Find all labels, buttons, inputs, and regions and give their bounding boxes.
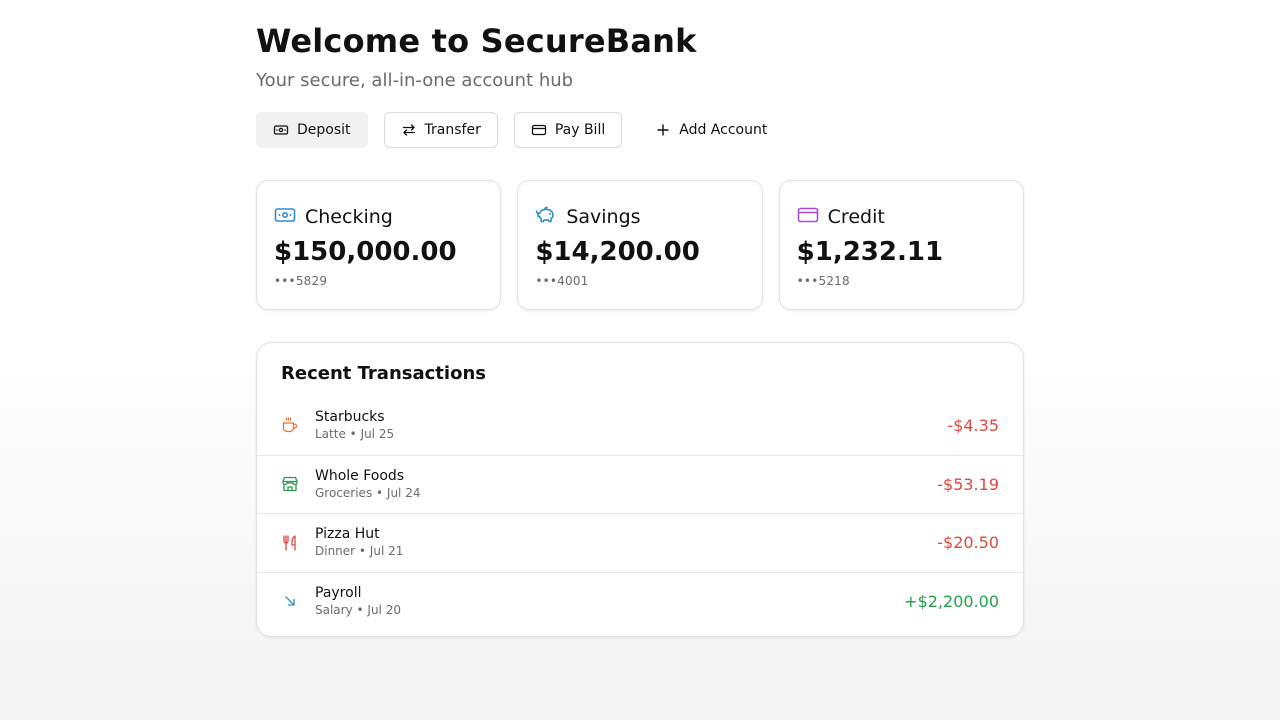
section-title: Recent Transactions bbox=[281, 363, 486, 384]
transfer-button[interactable]: Transfer bbox=[383, 112, 498, 148]
card-icon bbox=[531, 122, 547, 138]
transaction-row[interactable]: Whole Foods Groceries • Jul 24 -$53.19 bbox=[257, 454, 1023, 514]
account-name: Credit bbox=[827, 206, 885, 228]
add-account-button[interactable]: Add Account bbox=[638, 112, 784, 148]
transaction-meta: Latte • Jul 25 bbox=[315, 426, 395, 441]
transaction-amount: -$4.35 bbox=[947, 415, 999, 435]
action-bar: Deposit Transfer Pay Bill Add Account bbox=[256, 112, 784, 148]
transaction-meta: Salary • Jul 20 bbox=[315, 602, 401, 617]
page-subtitle: Your secure, all-in-one account hub bbox=[256, 70, 574, 91]
transaction-merchant: Pizza Hut bbox=[315, 526, 380, 543]
credit-card-icon bbox=[797, 204, 819, 230]
coffee-icon bbox=[281, 416, 299, 434]
account-balance: $14,200.00 bbox=[535, 237, 700, 267]
plus-icon bbox=[655, 122, 671, 138]
transaction-amount: +$2,200.00 bbox=[904, 591, 999, 611]
account-card-credit[interactable]: Credit $1,232.11 •••5218 bbox=[778, 180, 1024, 310]
account-number: •••5829 bbox=[274, 274, 328, 288]
transaction-amount: -$20.50 bbox=[937, 533, 999, 553]
transaction-row[interactable]: Pizza Hut Dinner • Jul 21 -$20.50 bbox=[257, 513, 1023, 572]
deposit-label: Deposit bbox=[297, 122, 351, 138]
recent-transactions-panel: Recent Transactions Starbucks Latte • Ju… bbox=[256, 342, 1024, 637]
transaction-meta: Dinner • Jul 21 bbox=[315, 544, 404, 559]
piggy-bank-icon bbox=[535, 204, 557, 230]
account-number: •••5218 bbox=[796, 274, 850, 288]
transaction-merchant: Whole Foods bbox=[315, 467, 405, 484]
store-icon bbox=[281, 475, 299, 493]
cash-icon bbox=[274, 204, 296, 230]
account-name: Checking bbox=[305, 206, 393, 228]
cash-icon bbox=[273, 122, 289, 138]
transaction-merchant: Payroll bbox=[315, 584, 362, 601]
utensils-icon bbox=[281, 534, 299, 552]
transaction-list: Starbucks Latte • Jul 25 -$4.35 Whole Fo… bbox=[257, 396, 1023, 630]
transaction-amount: -$53.19 bbox=[937, 474, 999, 494]
account-balance: $150,000.00 bbox=[274, 237, 457, 267]
transaction-row[interactable]: Starbucks Latte • Jul 25 -$4.35 bbox=[257, 396, 1023, 455]
transaction-row[interactable]: Payroll Salary • Jul 20 +$2,200.00 bbox=[257, 571, 1023, 631]
account-card-savings[interactable]: Savings $14,200.00 •••4001 bbox=[517, 180, 763, 310]
arrow-down-right-icon bbox=[281, 592, 299, 610]
transaction-merchant: Starbucks bbox=[315, 408, 385, 425]
page-title: Welcome to SecureBank bbox=[256, 22, 697, 60]
account-card-checking[interactable]: Checking $150,000.00 •••5829 bbox=[256, 180, 502, 310]
account-name: Savings bbox=[566, 206, 641, 228]
transfer-icon bbox=[401, 122, 417, 138]
account-balance: $1,232.11 bbox=[796, 237, 944, 267]
transfer-label: Transfer bbox=[424, 122, 481, 138]
deposit-button[interactable]: Deposit bbox=[256, 112, 368, 148]
transaction-meta: Groceries • Jul 24 bbox=[315, 485, 421, 500]
account-number: •••4001 bbox=[535, 274, 589, 288]
pay-bill-button[interactable]: Pay Bill bbox=[513, 112, 623, 148]
account-cards: Checking $150,000.00 •••5829 Savings $14… bbox=[256, 180, 1024, 310]
add-account-label: Add Account bbox=[679, 122, 768, 138]
pay-bill-label: Pay Bill bbox=[554, 122, 606, 138]
